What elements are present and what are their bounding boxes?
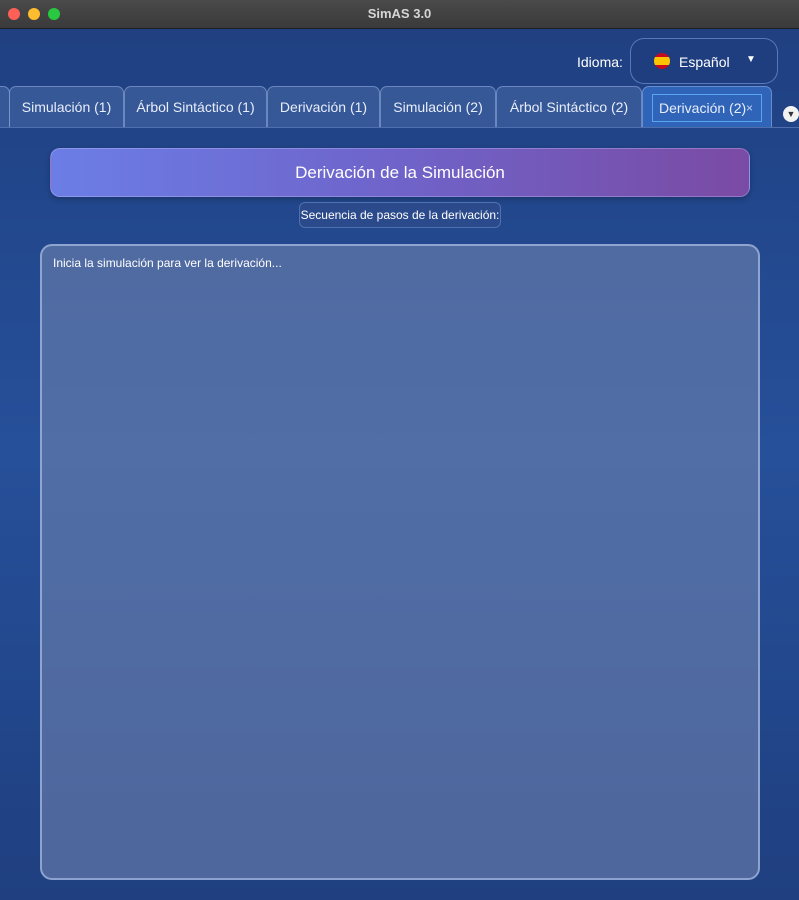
title-bar: SimAS 3.0	[0, 0, 799, 29]
tab-arbol-sintactico-1[interactable]: Árbol Sintáctico (1)	[124, 86, 267, 127]
tab-label: Árbol Sintáctico (1)	[136, 99, 255, 115]
tab-label: Derivación (1)	[279, 99, 368, 115]
tab-simulacion-2[interactable]: Simulación (2)	[380, 86, 496, 127]
spain-flag-icon	[654, 53, 670, 69]
derivation-placeholder: Inicia la simulación para ver la derivac…	[53, 256, 282, 270]
language-select[interactable]: Español ▼	[630, 38, 778, 84]
language-label: Idioma:	[577, 54, 623, 70]
app-window: SimAS 3.0 Idioma: Español ▼ Simulación (…	[0, 0, 799, 900]
tab-label: Derivación (2)	[659, 100, 747, 116]
tab-label: Simulación (1)	[21, 99, 112, 115]
tab-derivacion-2[interactable]: Derivación (2) ×	[642, 86, 772, 127]
tab-divider	[0, 127, 799, 128]
derivation-text-area[interactable]: Inicia la simulación para ver la derivac…	[40, 244, 760, 880]
derivation-subtitle: Secuencia de pasos de la derivación:	[299, 202, 501, 228]
window-title: SimAS 3.0	[367, 6, 432, 21]
tab-close-icon[interactable]: ×	[746, 95, 753, 121]
tab-label: Simulación (2)	[393, 99, 483, 115]
chevron-down-icon: ▼	[746, 54, 756, 65]
tab-derivacion-1[interactable]: Derivación (1)	[267, 86, 380, 127]
tab-label: Árbol Sintáctico (2)	[509, 99, 629, 115]
language-selected-value: Español	[679, 54, 730, 70]
tab-list-dropdown-icon[interactable]: ▼	[783, 106, 799, 122]
tab-simulacion-1[interactable]: Simulación (1)	[9, 86, 124, 127]
derivation-header: Derivación de la Simulación	[50, 148, 750, 197]
active-tab-focus: Derivación (2) ×	[652, 94, 762, 122]
tab-strip: Simulación (1) Árbol Sintáctico (1) Deri…	[0, 86, 799, 128]
tab-arbol-sintactico-2[interactable]: Árbol Sintáctico (2)	[496, 86, 642, 127]
